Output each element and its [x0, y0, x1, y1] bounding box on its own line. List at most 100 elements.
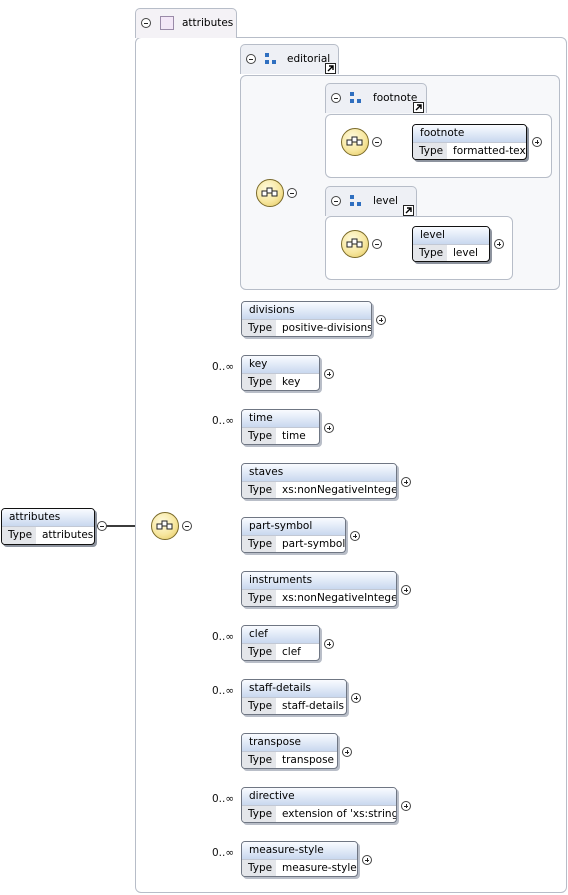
group-icon: [350, 195, 362, 207]
type-label: Type: [242, 590, 276, 606]
cardinality-label: 0..∞: [212, 631, 235, 643]
sequence-icon-root: [151, 512, 179, 540]
element-measure-style[interactable]: measure-style Type measure-style: [241, 841, 358, 877]
cardinality-label: 0..∞: [212, 847, 235, 859]
sequence-collapse-toggle-icon[interactable]: [372, 239, 382, 249]
expand-toggle-icon[interactable]: [376, 315, 386, 325]
type-label: Type: [242, 482, 276, 498]
expand-toggle-icon[interactable]: [342, 747, 352, 757]
expand-toggle-icon[interactable]: [401, 801, 411, 811]
root-element-attributes[interactable]: attributes Type attributes: [1, 508, 95, 545]
type-label: Type: [413, 245, 447, 261]
element-name: directive: [242, 788, 396, 806]
sequence-collapse-toggle-icon[interactable]: [372, 137, 382, 147]
element-name: instruments: [242, 572, 396, 590]
cardinality-label: 0..∞: [212, 415, 235, 427]
footnote-group-tab: footnote: [325, 83, 427, 113]
expand-toggle-icon[interactable]: [324, 369, 334, 379]
element-name: measure-style: [242, 842, 357, 860]
cardinality-label: 0..∞: [212, 361, 235, 373]
reference-arrow-icon[interactable]: [403, 205, 414, 216]
collapse-toggle-icon[interactable]: [141, 18, 151, 28]
type-value: level: [453, 247, 478, 259]
type-value: attributes: [42, 529, 94, 541]
cardinality-label: 0..∞: [212, 685, 235, 697]
type-value: positive-divisions: [282, 322, 372, 334]
element-name: transpose: [242, 734, 337, 752]
complex-type-tab: attributes: [135, 8, 237, 38]
element-directive[interactable]: directive Type extension of 'xs:string': [241, 787, 397, 823]
element-name: attributes: [2, 509, 94, 527]
element-divisions[interactable]: divisions Type positive-divisions: [241, 301, 372, 337]
expand-toggle-icon[interactable]: [401, 477, 411, 487]
element-time[interactable]: time Type time: [241, 409, 320, 445]
element-name: key: [242, 356, 319, 374]
element-name: footnote: [413, 125, 526, 143]
element-key[interactable]: key Type key: [241, 355, 320, 391]
sequence-collapse-toggle-icon[interactable]: [182, 521, 192, 531]
type-label: Type: [242, 698, 276, 714]
element-staves[interactable]: staves Type xs:nonNegativeInteger: [241, 463, 397, 499]
collapse-toggle-icon[interactable]: [331, 93, 341, 103]
type-value: staff-details: [282, 700, 345, 712]
complex-type-icon: [160, 16, 174, 30]
reference-arrow-icon[interactable]: [413, 102, 424, 113]
sequence-icon-editorial: [256, 179, 284, 207]
element-transpose[interactable]: transpose Type transpose: [241, 733, 338, 769]
sequence-icon-level: [341, 230, 369, 258]
type-label: Type: [413, 143, 447, 159]
element-instruments[interactable]: instruments Type xs:nonNegativeInteger: [241, 571, 397, 607]
element-level[interactable]: level Type level: [412, 226, 490, 262]
element-name: divisions: [242, 302, 371, 320]
element-clef[interactable]: clef Type clef: [241, 625, 320, 661]
type-value: transpose: [282, 754, 335, 766]
type-value: formatted-text: [453, 145, 527, 157]
element-name: staff-details: [242, 680, 346, 698]
collapse-toggle-icon[interactable]: [246, 54, 256, 64]
element-staff-details[interactable]: staff-details Type staff-details: [241, 679, 347, 715]
type-value: xs:nonNegativeInteger: [282, 484, 397, 496]
expand-toggle-icon[interactable]: [351, 693, 361, 703]
type-label: Type: [242, 752, 276, 768]
element-footnote[interactable]: footnote Type formatted-text: [412, 124, 527, 160]
group-title: footnote: [373, 92, 418, 104]
sequence-collapse-toggle-icon[interactable]: [287, 188, 297, 198]
type-value: measure-style: [282, 862, 357, 874]
element-name: part-symbol: [242, 518, 345, 536]
type-label: Type: [242, 644, 276, 660]
expand-toggle-icon[interactable]: [532, 137, 542, 147]
element-part-symbol[interactable]: part-symbol Type part-symbol: [241, 517, 346, 553]
type-label: Type: [242, 374, 276, 390]
cardinality-label: 0..∞: [212, 793, 235, 805]
element-collapse-toggle-icon[interactable]: [97, 521, 107, 531]
type-label: Type: [242, 860, 276, 876]
type-label: Type: [242, 428, 276, 444]
group-icon: [350, 92, 362, 104]
level-group-tab: level: [325, 186, 417, 216]
type-label: Type: [242, 806, 276, 822]
expand-toggle-icon[interactable]: [362, 855, 372, 865]
expand-toggle-icon[interactable]: [324, 423, 334, 433]
group-icon: [265, 53, 277, 65]
type-label: Type: [242, 320, 276, 336]
type-value: clef: [282, 646, 301, 658]
type-value: xs:nonNegativeInteger: [282, 592, 397, 604]
complex-type-title: attributes: [182, 17, 234, 29]
expand-toggle-icon[interactable]: [494, 239, 504, 249]
sequence-icon-footnote: [341, 128, 369, 156]
type-value: part-symbol: [282, 538, 346, 550]
type-value: time: [282, 430, 306, 442]
group-title: editorial: [287, 53, 331, 65]
element-name: level: [413, 227, 489, 245]
type-value: key: [282, 376, 301, 388]
collapse-toggle-icon[interactable]: [331, 196, 341, 206]
type-value: extension of 'xs:string': [282, 808, 397, 820]
editorial-group-tab: editorial: [240, 44, 339, 74]
reference-arrow-icon[interactable]: [325, 63, 336, 74]
type-label: Type: [2, 527, 36, 544]
element-name: time: [242, 410, 319, 428]
type-label: Type: [242, 536, 276, 552]
expand-toggle-icon[interactable]: [324, 639, 334, 649]
expand-toggle-icon[interactable]: [350, 531, 360, 541]
expand-toggle-icon[interactable]: [401, 585, 411, 595]
